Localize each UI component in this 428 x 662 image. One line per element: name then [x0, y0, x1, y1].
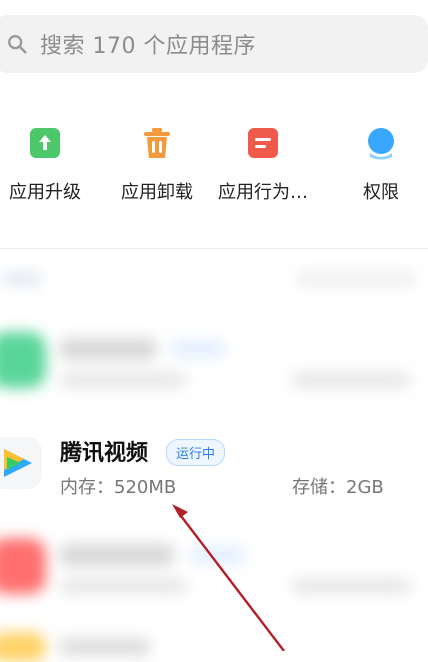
search-bar[interactable]: 搜索 170 个应用程序	[0, 15, 428, 73]
behavior-record-icon	[248, 128, 278, 158]
tool-shortcuts: 应用升级 应用卸载 应用行为… 权限	[0, 126, 428, 206]
divider	[0, 248, 428, 249]
tool-label: 应用行为…	[218, 182, 308, 203]
tencent-video-icon	[0, 437, 42, 489]
status-badge: 运行中	[166, 439, 226, 466]
tool-label: 应用卸载	[121, 182, 193, 203]
blurred-app-row	[0, 524, 428, 614]
search-placeholder: 搜索 170 个应用程序	[40, 34, 256, 59]
search-icon	[8, 35, 27, 54]
storage-usage: 存储：2GB	[292, 477, 384, 498]
tool-permissions[interactable]: 权限	[331, 126, 428, 204]
trash-icon	[144, 128, 170, 158]
tool-app-uninstall[interactable]: 应用卸载	[107, 126, 207, 204]
memory-usage: 内存：520MB	[60, 477, 177, 498]
tool-app-upgrade[interactable]: 应用升级	[0, 126, 95, 204]
upgrade-icon	[30, 128, 60, 158]
permission-icon	[368, 128, 394, 160]
tool-label: 应用升级	[9, 182, 81, 203]
tool-app-behavior[interactable]: 应用行为…	[213, 126, 313, 204]
app-row-tencent-video[interactable]: 腾讯视频 运行中 内存：520MB 存储：2GB	[0, 425, 428, 505]
blurred-app-row	[0, 618, 428, 662]
app-name: 腾讯视频	[60, 441, 149, 466]
tool-label: 权限	[363, 182, 399, 203]
blurred-section-header	[0, 262, 428, 302]
blurred-app-row	[0, 318, 428, 408]
